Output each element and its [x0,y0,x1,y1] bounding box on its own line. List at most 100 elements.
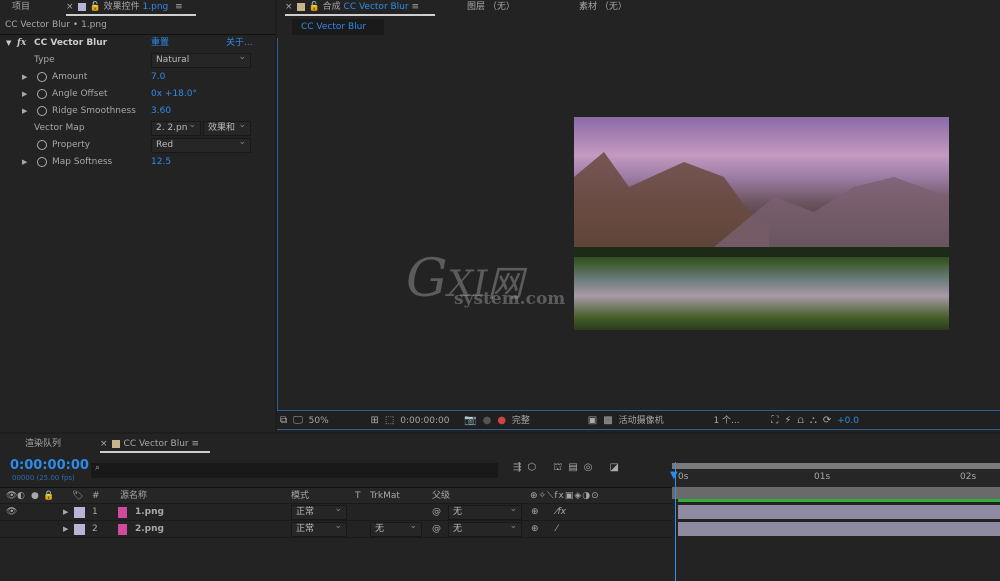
menu-icon[interactable]: ≡ [191,439,199,449]
work-area-bar[interactable] [672,487,1000,499]
mode-dropdown[interactable]: 正常 [291,503,347,520]
menu-icon[interactable]: ≡ [411,2,419,12]
fast-preview-icon[interactable]: ⚡ [784,411,791,431]
lock-icon[interactable]: 🔒 [43,488,54,505]
label-color[interactable] [74,524,85,535]
mode-header[interactable]: 模式 [291,488,309,505]
pickwhip-icon[interactable]: @ [432,521,441,538]
parent-header[interactable]: 父级 [432,488,450,505]
viewer[interactable]: GXI网 system.com [277,38,1000,410]
monitor-icon[interactable]: 🖵 [293,411,303,431]
layer-name[interactable]: 1.png [135,504,164,521]
visibility-icon[interactable]: 👁 [6,504,17,521]
expand-icon[interactable]: ▶ [22,69,27,86]
shy-icon[interactable]: ⛫ [553,462,562,475]
work-area-navigator[interactable] [672,463,1000,469]
mode-dropdown[interactable]: 正常 [291,520,347,537]
color-channels-icon[interactable]: ● [497,411,506,431]
views-dropdown[interactable]: 1 个... [713,411,765,431]
time-ruler[interactable]: 0s 01s 02s [672,470,1000,487]
flowchart-icon[interactable]: ⛬ [810,411,817,431]
transparency-grid-icon[interactable]: ▩ [603,411,612,431]
amount-value[interactable]: 7.0 [151,69,165,86]
region-of-interest-icon[interactable]: ▣ [588,411,597,431]
effect-header[interactable]: ▼ fx CC Vector Blur 重置 关于... [0,35,275,52]
expand-icon[interactable]: ▶ [63,504,68,521]
tab-layer[interactable]: 图层 （无） [467,0,515,16]
label-color[interactable] [74,507,85,518]
camera-dropdown[interactable]: 活动摄像机 [619,411,711,431]
always-preview-icon[interactable]: ⧉ [280,411,287,431]
type-dropdown[interactable]: Natural [151,51,251,68]
stopwatch-icon[interactable] [37,89,47,99]
reset-exposure-icon[interactable]: ⟳ [823,411,831,431]
graph-editor-icon[interactable]: ◪ [610,462,619,473]
vector-map-layer-dropdown[interactable]: 2. 2.pn [151,119,201,136]
collapse-icon[interactable]: ▼ [6,35,11,52]
stopwatch-icon[interactable] [37,72,47,82]
fx-switch-icon[interactable]: ⁄fx [556,504,566,521]
playhead-handle-icon[interactable]: ▼ [670,470,678,481]
grid-icon[interactable]: ⊞ [371,411,379,431]
source-name-header[interactable]: 源名称 [120,488,147,505]
fx-icon[interactable]: fx [17,35,26,52]
softness-value[interactable]: 12.5 [151,154,171,171]
trkmat-dropdown[interactable]: 无 [370,520,422,537]
stopwatch-icon[interactable] [37,140,47,150]
mask-visibility-icon[interactable]: ⬚ [385,411,394,431]
close-icon[interactable]: × [100,439,108,449]
comp-flowchart-icon[interactable]: ⇶ [513,462,521,473]
resolution-dropdown[interactable]: 完整 [512,411,582,431]
layer-bar[interactable] [678,522,1000,536]
stopwatch-icon[interactable] [37,157,47,167]
draft-3d-icon[interactable]: ⬡ [527,462,536,473]
exposure-value[interactable]: +0.0 [837,416,859,426]
angle-value[interactable]: 0x +18.0° [151,86,197,103]
expand-icon[interactable]: ▶ [63,521,68,538]
tab-render-queue[interactable]: 渲染队列 [25,437,61,453]
search-input[interactable]: ⌕ [91,463,498,478]
stopwatch-icon[interactable] [37,106,47,116]
property-dropdown[interactable]: Red [151,136,251,153]
shy-switch-icon[interactable]: ⊕ [531,504,539,521]
motion-blur-icon[interactable]: ◎ [584,462,593,473]
tab-timeline-comp[interactable]: × CC Vector Blur ≡ [100,437,210,453]
tab-project[interactable]: 项目 [12,0,30,16]
parent-dropdown[interactable]: 无 [448,503,522,520]
vector-map-source-dropdown[interactable]: 效果和 [203,119,251,136]
layer-bar[interactable] [678,505,1000,519]
about-link[interactable]: 关于... [226,35,253,52]
timecode[interactable]: 0:00:00:00 [10,458,89,473]
frame-blend-icon[interactable]: ▤ [568,462,577,473]
audio-icon[interactable]: ◐ [17,488,25,505]
lock-icon[interactable]: 🔓 [90,2,101,12]
quality-switch-icon[interactable]: ⁄ [556,521,558,538]
label-icon[interactable]: 🏷 [72,488,83,505]
reset-link[interactable]: 重置 [151,35,169,52]
tab-composition[interactable]: × 🔓 合成 CC Vector Blur ≡ [285,0,435,16]
layer-row[interactable]: 👁 ▶ 1 1.png 正常 @ 无 ⊕ ⁄fx [0,503,672,521]
layer-name[interactable]: 2.png [135,521,164,538]
tab-footage[interactable]: 素材 （无） [579,0,627,16]
lock-icon[interactable]: 🔓 [309,2,320,12]
close-icon[interactable]: × [66,2,74,12]
ridge-value[interactable]: 3.60 [151,103,171,120]
close-icon[interactable]: × [285,2,293,12]
draft-3d-icon[interactable]: ⛶ [771,411,778,431]
menu-icon[interactable]: ≡ [175,2,183,12]
expand-icon[interactable]: ▶ [22,103,27,120]
camera-icon[interactable]: 📷 [464,411,476,431]
parent-dropdown[interactable]: 无 [448,520,522,537]
video-icon[interactable]: 👁 [6,488,17,505]
expand-icon[interactable]: ▶ [22,154,27,171]
current-time[interactable]: 0:00:00:00 [400,411,458,431]
layer-row[interactable]: ▶ 2 2.png 正常 无 @ 无 ⊕ ⁄ [0,520,672,538]
shy-switch-icon[interactable]: ⊕ [531,521,539,538]
comp-subtab[interactable]: CC Vector Blur [292,19,384,35]
solo-icon[interactable]: ● [31,488,39,505]
tab-effect-controls[interactable]: × 🔓 效果控件 1.png ≡ [66,0,196,16]
expand-icon[interactable]: ▶ [22,86,27,103]
zoom-dropdown[interactable]: 50% [309,411,365,431]
pickwhip-icon[interactable]: @ [432,504,441,521]
show-snapshot-icon[interactable]: ● [483,411,492,431]
